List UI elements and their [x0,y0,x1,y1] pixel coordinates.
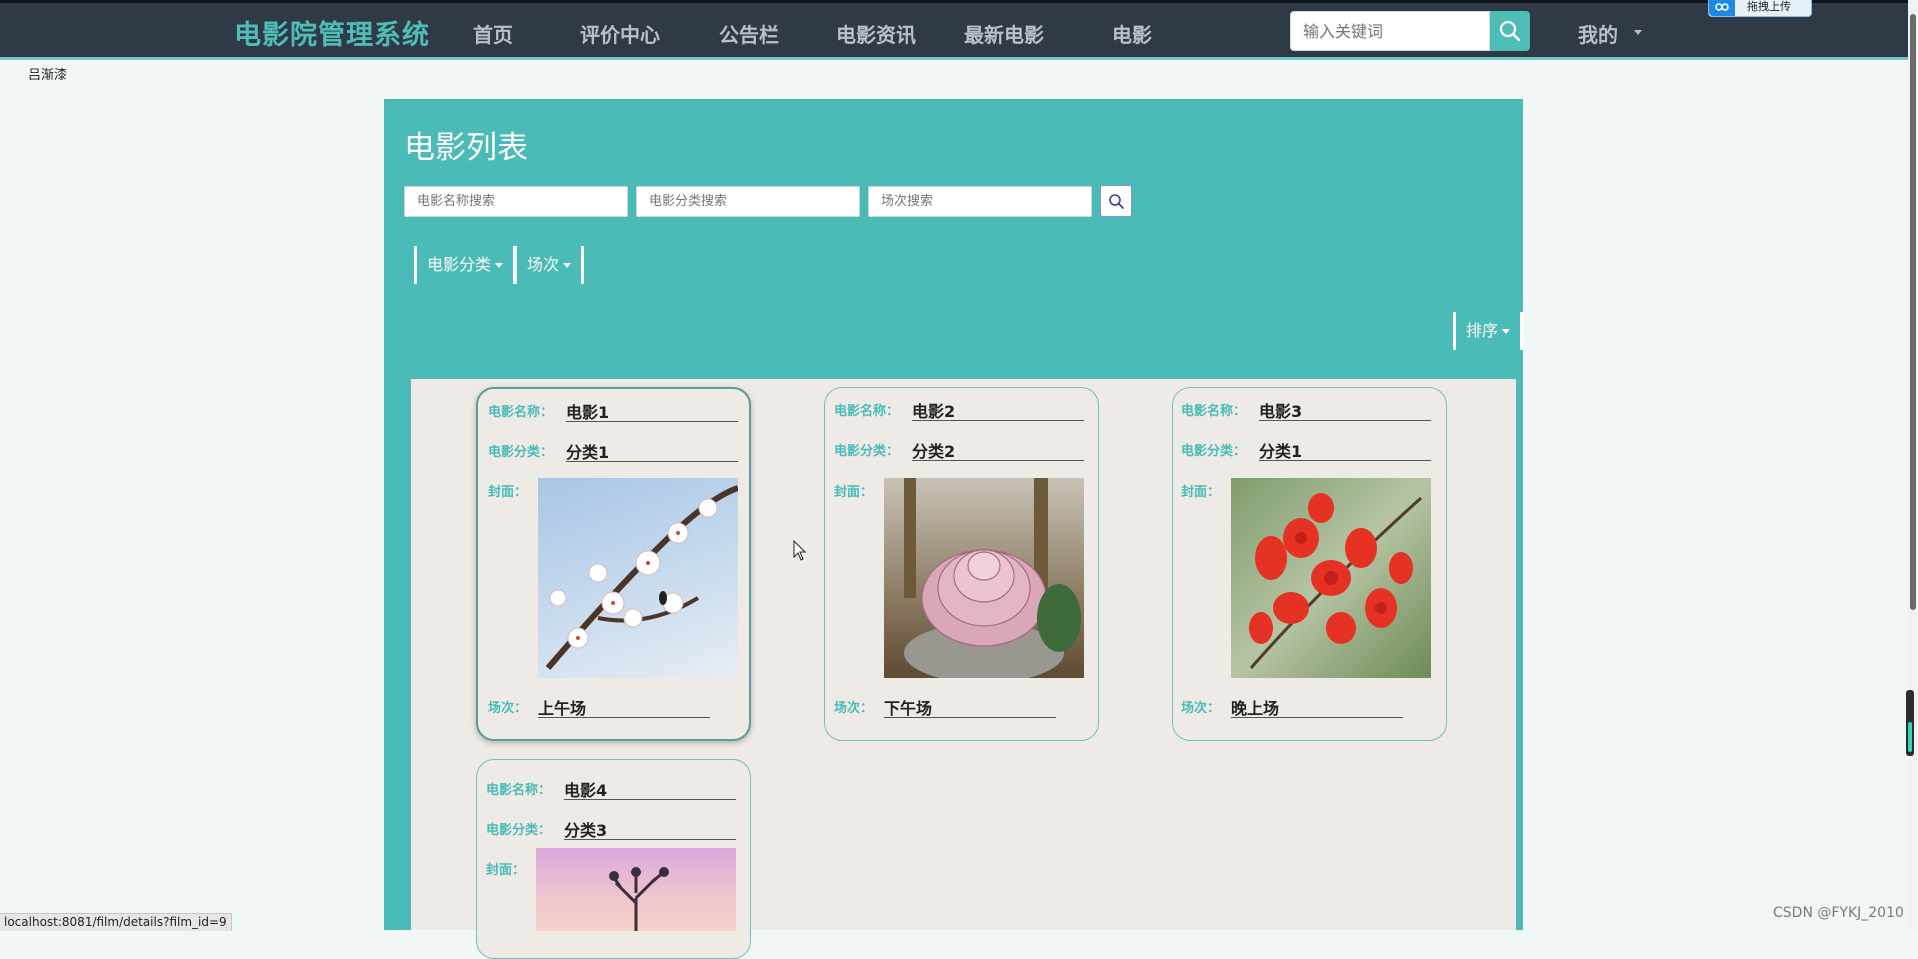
watermark: CSDN @FYKJ_2010 [1773,905,1904,921]
session-dropdown[interactable]: 场次 [514,246,584,284]
panel-right-edge [1516,379,1523,930]
nav-item-movies[interactable]: 电影 [1112,19,1152,48]
nav-item-review-center[interactable]: 评价中心 [580,19,660,48]
film-category-search-input[interactable] [636,186,860,217]
session-value: 下午场 [884,695,1056,718]
film-cover-image[interactable] [1231,478,1431,678]
film-cover-image[interactable] [884,478,1084,678]
nav-item-home[interactable]: 首页 [473,19,513,48]
side-widget-icon[interactable] [1906,690,1914,756]
film-name-search-input[interactable] [404,186,628,217]
sort-dropdown[interactable]: 排序 [1453,312,1523,350]
drag-upload-label: 拖拽上传 [1747,0,1791,13]
session-search-input[interactable] [868,186,1092,217]
session-label: 场次： [1181,701,1221,716]
film-name-label: 电影名称： [486,783,552,798]
page-scrollbar-thumb[interactable] [1910,14,1916,610]
session-value: 上午场 [538,695,710,718]
drag-upload-badge[interactable]: 拖拽上传 [1708,0,1812,17]
film-card[interactable]: 电影名称： 电影2 电影分类： 分类2 封面： 场次： 下午场 [824,387,1099,741]
search-icon [1499,20,1521,42]
nav-item-movie-news[interactable]: 电影资讯 [836,19,916,48]
film-category-label: 电影分类： [486,823,552,838]
session-label: 场次： [488,701,528,716]
chevron-down-icon [1634,30,1642,35]
cover-label: 封面： [486,863,526,878]
cover-label: 封面： [834,485,874,500]
cover-label: 封面： [1181,485,1221,500]
film-name-value: 电影2 [912,398,1084,421]
brand-title[interactable]: 电影院管理系统 [234,13,430,52]
film-name-label: 电影名称： [1181,404,1247,419]
keyword-search-button[interactable] [1490,11,1530,51]
film-cover-image[interactable] [536,848,736,931]
cover-label: 封面： [488,485,528,500]
nav-item-bulletin[interactable]: 公告栏 [719,19,779,48]
search-icon [1109,194,1124,209]
film-name-value: 电影3 [1259,398,1431,421]
film-category-label: 电影分类： [834,444,900,459]
film-card[interactable]: 电影名称： 电影4 电影分类： 分类3 封面： [476,759,751,959]
status-bar-url: localhost:8081/film/details?film_id=9 [0,913,232,931]
session-label: 场次： [834,701,874,716]
nav-item-latest-movies[interactable]: 最新电影 [964,19,1044,48]
user-menu[interactable]: 我的 [1578,19,1618,48]
page-title: 电影列表 [404,130,528,166]
film-card[interactable]: 电影名称： 电影1 电影分类： 分类1 封面： 场次： 上午场 [476,387,751,741]
film-name-label: 电影名称： [834,404,900,419]
keyword-search-input[interactable] [1290,11,1490,51]
film-category-value: 分类1 [566,439,738,462]
category-dropdown[interactable]: 电影分类 [414,246,516,284]
film-category-value: 分类1 [1259,438,1431,461]
session-value: 晚上场 [1231,695,1403,718]
filter-search-button[interactable] [1100,185,1132,217]
film-name-label: 电影名称： [488,405,554,420]
film-category-value: 分类3 [564,817,736,840]
film-category-value: 分类2 [912,438,1084,461]
top-edge-line [0,0,1918,3]
film-card[interactable]: 电影名称： 电影3 电影分类： 分类1 封面： 场次： 晚上场 [1172,387,1447,741]
corner-text: 吕渐漆 [28,68,68,83]
film-category-label: 电影分类： [488,445,554,460]
film-cover-image[interactable] [538,478,738,678]
cloud-logo-icon [1709,0,1735,16]
film-name-value: 电影4 [564,777,736,800]
mouse-cursor-icon [793,540,807,561]
film-name-value: 电影1 [566,399,738,422]
film-category-label: 电影分类： [1181,444,1247,459]
top-navbar: 电影院管理系统 首页 评价中心 公告栏 电影资讯 最新电影 电影 我的 [0,0,1918,60]
